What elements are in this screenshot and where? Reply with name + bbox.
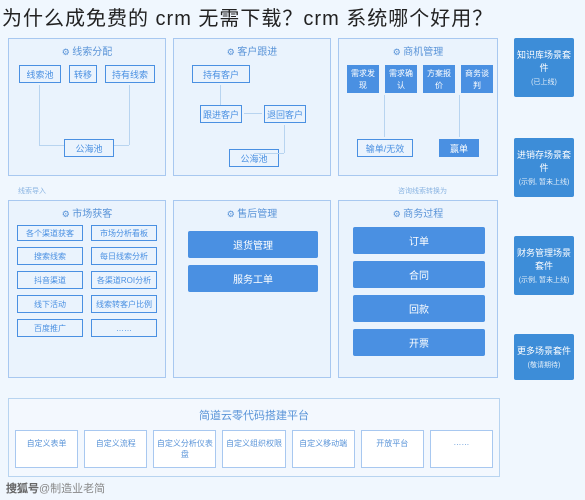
box-follow: 跟进客户: [200, 105, 242, 123]
panel-lead-assign: 线索分配 线索池 转移 持有线索 公海池: [8, 38, 166, 176]
btn-ticket: 服务工单: [188, 265, 318, 292]
item-etc: ……: [430, 430, 493, 468]
it-douyin: 抖音渠道: [17, 271, 83, 289]
page-title: 为什么成免费的 crm 无需下载？crm 系统哪个好用？: [2, 2, 493, 31]
card-title: 财务管理场景套件: [517, 246, 571, 272]
box-win: 赢单: [439, 139, 479, 157]
it-convert: 线索转客户比例: [91, 295, 157, 313]
btn-order: 订单: [353, 227, 485, 254]
panel-opportunity: 商机管理 需求发现 需求确认 方案报价 商务谈判 输单/无效 赢单: [338, 38, 498, 176]
it-baidu: 百度推广: [17, 319, 83, 337]
hdr-channels: 各个渠道获客: [17, 225, 83, 241]
panel-title: 客户跟进: [174, 39, 330, 62]
btn-payment: 回款: [353, 295, 485, 322]
card-knowledge: 知识库场景套件 (已上线): [514, 38, 574, 97]
label-lead-import: 线索导入: [18, 186, 46, 196]
wm-author: @制造业老简: [39, 483, 105, 495]
card-title: 更多场景套件: [517, 344, 571, 357]
item-flow: 自定义流程: [84, 430, 147, 468]
card-sub: (示例, 暂未上线): [517, 177, 571, 187]
btn-return: 退货管理: [188, 231, 318, 258]
card-more: 更多场景套件 (敬请期待): [514, 334, 574, 380]
card-sub: (已上线): [517, 77, 571, 87]
platform-items-row: 自定义表单 自定义流程 自定义分析仪表盘 自定义组织权限 自定义移动端 开放平台…: [8, 430, 500, 477]
wm-src: 搜狐号: [6, 483, 39, 495]
box-sea-pool: 公海池: [64, 139, 114, 157]
card-inventory: 进销存场景套件 (示例, 暂未上线): [514, 138, 574, 197]
btn-invoice: 开票: [353, 329, 485, 356]
panel-title: 商务过程: [339, 201, 497, 224]
panel-title: 售后管理: [174, 201, 330, 224]
card-title: 知识库场景套件: [517, 48, 571, 74]
box-hold-lead: 持有线索: [105, 65, 155, 83]
platform-items: 自定义表单 自定义流程 自定义分析仪表盘 自定义组织权限 自定义移动端 开放平台…: [9, 430, 499, 476]
hdr-dashboard: 市场分析看板: [91, 225, 157, 241]
watermark: 搜狐号@制造业老简: [6, 480, 105, 496]
platform-bar: 简道云零代码搭建平台: [8, 398, 500, 432]
diagram-canvas: 为什么成免费的 crm 无需下载？crm 系统哪个好用？ 线索分配 线索池 转移…: [0, 0, 585, 500]
btn-contract: 合同: [353, 261, 485, 288]
card-sub: (敬请期待): [517, 360, 571, 370]
item-form: 自定义表单: [15, 430, 78, 468]
box-sea-pool2: 公海池: [229, 149, 279, 167]
it-search: 搜索线索: [17, 247, 83, 265]
panel-aftersale: 售后管理 退货管理 服务工单: [173, 200, 331, 378]
box-need-find: 需求发现: [347, 65, 379, 93]
it-more: ……: [91, 319, 157, 337]
platform-title: 简道云零代码搭建平台: [9, 399, 499, 431]
box-need-confirm: 需求确认: [385, 65, 417, 93]
it-offline: 线下活动: [17, 295, 83, 313]
panel-customer-follow: 客户跟进 持有客户 跟进客户 退回客户 公海池: [173, 38, 331, 176]
panel-title: 市场获客: [9, 201, 165, 224]
box-negotiate: 商务谈判: [461, 65, 493, 93]
item-mobile: 自定义移动端: [292, 430, 355, 468]
panel-business: 商务过程 订单 合同 回款 开票: [338, 200, 498, 378]
box-hold-cust: 持有客户: [192, 65, 250, 83]
panel-marketing: 市场获客 各个渠道获客 市场分析看板 搜索线索 每日线索分析 抖音渠道 各渠道R…: [8, 200, 166, 378]
card-sub: (示例, 暂未上线): [517, 275, 571, 285]
item-open: 开放平台: [361, 430, 424, 468]
box-transfer: 转移: [69, 65, 97, 83]
card-finance: 财务管理场景套件 (示例, 暂未上线): [514, 236, 574, 295]
card-title: 进销存场景套件: [517, 148, 571, 174]
panel-title: 线索分配: [9, 39, 165, 62]
it-roi: 各渠道ROI分析: [91, 271, 157, 289]
item-perm: 自定义组织权限: [222, 430, 285, 468]
box-return: 退回客户: [264, 105, 306, 123]
item-dashboard: 自定义分析仪表盘: [153, 430, 216, 468]
panel-title: 商机管理: [339, 39, 497, 62]
box-solution: 方案报价: [423, 65, 455, 93]
box-lose: 输单/无效: [357, 139, 413, 157]
box-lead-pool: 线索池: [19, 65, 61, 83]
it-daily: 每日线索分析: [91, 247, 157, 265]
label-convert: 咨询线索转换为: [398, 186, 447, 196]
